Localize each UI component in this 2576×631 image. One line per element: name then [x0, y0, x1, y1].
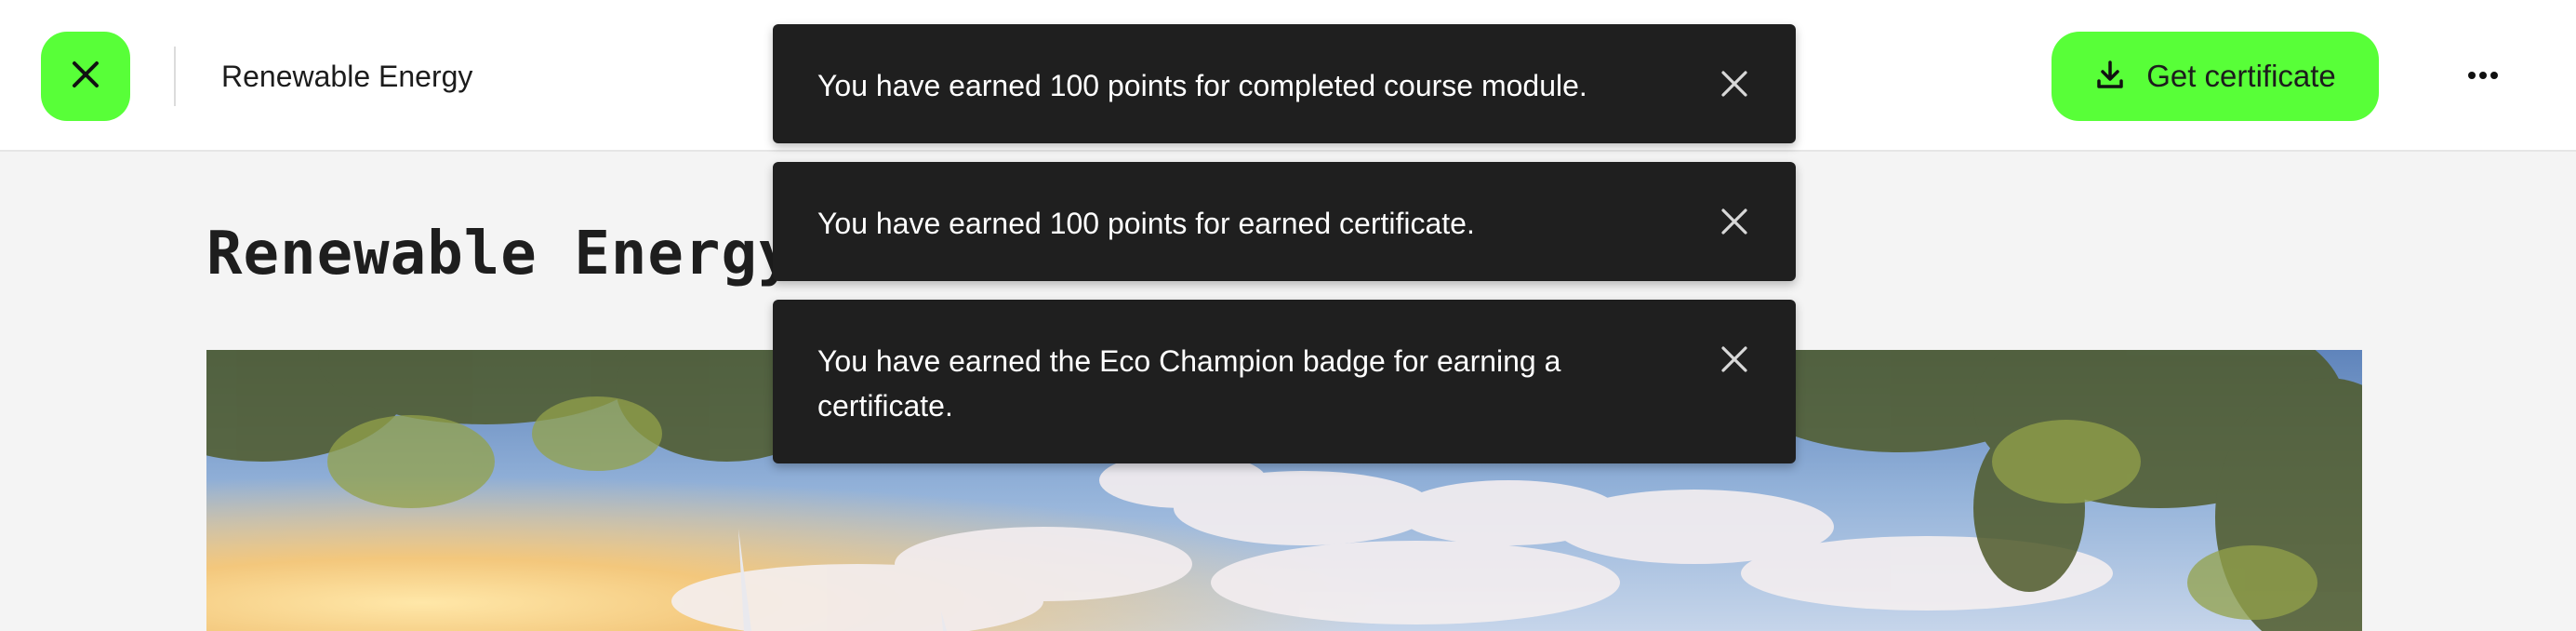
get-certificate-label: Get certificate — [2146, 59, 2336, 93]
get-certificate-button[interactable]: Get certificate — [2052, 32, 2379, 121]
close-icon — [70, 59, 101, 95]
close-icon — [1720, 70, 1748, 102]
course-title: Renewable Energy — [221, 60, 473, 93]
more-options-button[interactable] — [2446, 48, 2520, 104]
header-divider — [174, 47, 176, 106]
notification-toast: You have earned the Eco Champion badge f… — [773, 300, 1796, 463]
notification-toast: You have earned 100 points for earned ce… — [773, 162, 1796, 281]
close-course-button[interactable] — [41, 32, 130, 121]
toast-message: You have earned 100 points for completed… — [817, 69, 1587, 102]
close-icon — [1720, 345, 1748, 378]
notification-toast: You have earned 100 points for completed… — [773, 24, 1796, 143]
download-icon — [2094, 59, 2126, 95]
toast-message: You have earned 100 points for earned ce… — [817, 207, 1475, 240]
close-icon — [1720, 208, 1748, 240]
toast-close-button[interactable] — [1718, 344, 1751, 378]
page-heading: Renewable Energy — [206, 220, 795, 289]
toast-close-button[interactable] — [1718, 69, 1751, 102]
toast-message: You have earned the Eco Champion badge f… — [817, 344, 1561, 423]
more-horizontal-icon — [2467, 68, 2499, 85]
toast-close-button[interactable] — [1718, 207, 1751, 240]
